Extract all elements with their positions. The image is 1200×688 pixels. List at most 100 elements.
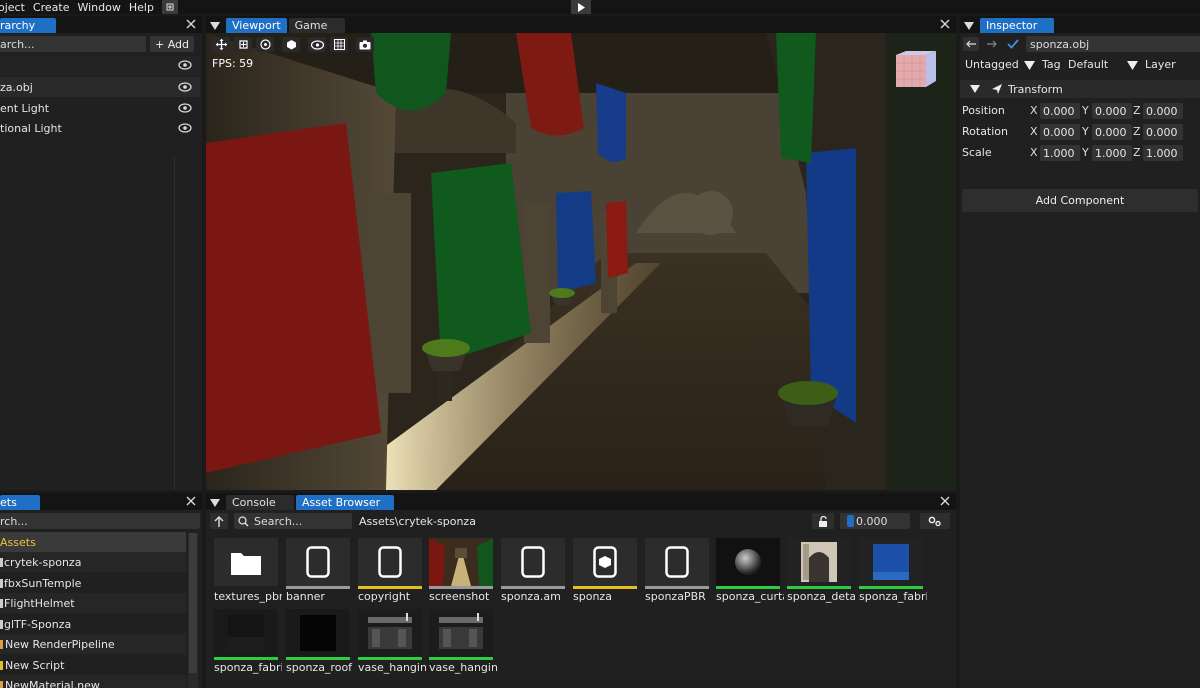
menu-project[interactable]: oject — [0, 1, 29, 14]
asset-item[interactable]: vase_hangin — [429, 609, 497, 674]
eye-icon[interactable] — [178, 59, 192, 74]
list-item[interactable]: tional Light — [0, 118, 200, 138]
tree-item[interactable]: FlightHelmet — [0, 593, 186, 613]
tag-value[interactable]: Untagged — [965, 58, 1019, 71]
asset-item[interactable]: sponzaPBR — [645, 538, 709, 603]
tree-item-assets[interactable]: Assets — [0, 532, 186, 552]
tree-item[interactable]: crytek-sponza — [0, 552, 186, 572]
tree-item[interactable]: fbxSunTemple — [0, 573, 186, 593]
rotation-z-field[interactable]: 0.000 — [1143, 124, 1183, 140]
thumbnail-size-slider[interactable]: 0.000 — [840, 513, 910, 529]
asset-item[interactable]: banner — [286, 538, 350, 603]
close-icon[interactable] — [938, 17, 952, 31]
panel-menu-icon[interactable] — [206, 495, 224, 510]
tab-asset-browser[interactable]: Asset Browser — [296, 495, 394, 510]
tab-inspector[interactable]: Inspector — [980, 18, 1054, 33]
asset-item[interactable]: sponza — [573, 538, 637, 603]
asset-thumbnail — [787, 538, 851, 586]
rotate-icon[interactable] — [234, 37, 252, 52]
object-name-field[interactable]: sponza.obj — [1026, 36, 1200, 52]
settings-icon[interactable] — [920, 513, 950, 529]
asset-label: textures_pbr — [214, 590, 282, 603]
breadcrumb[interactable]: Assets\crytek-sponza — [359, 515, 476, 528]
back-icon[interactable] — [963, 37, 979, 51]
texture-vase-icon — [368, 613, 412, 649]
up-arrow-icon[interactable] — [210, 513, 228, 529]
slider-knob[interactable] — [847, 515, 854, 527]
asset-item[interactable]: sponza.am — [501, 538, 565, 603]
asset-search-input[interactable]: Search... — [234, 513, 352, 529]
scale-icon[interactable] — [256, 37, 274, 52]
scrollbar[interactable] — [188, 533, 198, 688]
tab-assets[interactable]: ets — [0, 495, 40, 510]
transform-header[interactable]: Transform — [960, 80, 1200, 98]
position-x-field[interactable]: 0.000 — [1040, 103, 1080, 119]
asset-item[interactable]: sponza_fabri — [214, 609, 282, 674]
scale-z-field[interactable]: 1.000 — [1143, 145, 1183, 161]
asset-item[interactable]: sponza_fabri — [859, 538, 927, 603]
add-component-button[interactable]: Add Component — [962, 189, 1198, 212]
hierarchy-search-input[interactable]: arch... — [0, 36, 146, 52]
tab-console[interactable]: Console — [226, 495, 294, 510]
forward-icon[interactable] — [984, 37, 1000, 51]
asset-item[interactable]: sponza_deta — [787, 538, 855, 603]
cube-icon[interactable] — [282, 37, 300, 52]
move-icon[interactable] — [212, 37, 230, 52]
close-icon[interactable] — [938, 494, 952, 508]
chevron-down-icon[interactable] — [1127, 60, 1138, 73]
asset-item[interactable]: sponza_curta — [716, 538, 784, 603]
tab-game[interactable]: Game — [288, 18, 345, 33]
asset-item[interactable]: screenshot — [429, 538, 493, 603]
asset-label: sponza_fabri — [214, 661, 282, 674]
scene-render — [206, 33, 956, 490]
asset-item[interactable]: copyright — [358, 538, 422, 603]
grid-icon[interactable] — [330, 37, 348, 52]
position-y-field[interactable]: 0.000 — [1092, 103, 1132, 119]
panel-menu-icon[interactable] — [960, 18, 978, 33]
tree-item[interactable]: New Script — [0, 655, 186, 675]
list-item[interactable]: za.obj — [0, 77, 200, 97]
material-icon — [0, 680, 3, 688]
add-button[interactable]: + Add — [150, 36, 194, 52]
close-icon[interactable] — [184, 494, 198, 508]
file-icon — [665, 546, 689, 578]
view-gizmo-icon[interactable] — [894, 51, 938, 94]
panel-menu-icon[interactable] — [206, 18, 224, 33]
menu-help[interactable]: Help — [125, 1, 158, 14]
scale-x-field[interactable]: 1.000 — [1040, 145, 1080, 161]
tree-item[interactable]: New RenderPipeline — [0, 634, 186, 654]
chevron-down-icon[interactable] — [1024, 60, 1035, 73]
list-item[interactable]: ent Light — [0, 98, 200, 118]
play-button[interactable] — [571, 0, 591, 14]
scene-view[interactable]: FPS: 59 — [206, 33, 956, 490]
scale-y-field[interactable]: 1.000 — [1092, 145, 1132, 161]
tree-item[interactable]: NewMaterial.new — [0, 675, 186, 688]
layer-value[interactable]: Default — [1068, 58, 1108, 71]
tree-item[interactable]: glTF-Sponza — [0, 614, 186, 634]
position-z-field[interactable]: 0.000 — [1143, 103, 1183, 119]
menu-window[interactable]: Window — [73, 1, 124, 14]
asset-item[interactable]: sponza_roof — [286, 609, 352, 674]
rotation-y-field[interactable]: 0.000 — [1092, 124, 1132, 140]
refresh-icon[interactable] — [161, 0, 178, 14]
tab-viewport[interactable]: Viewport — [226, 18, 287, 33]
eye-icon[interactable] — [178, 122, 192, 137]
scrollbar[interactable] — [174, 156, 175, 490]
rotation-x-field[interactable]: 0.000 — [1040, 124, 1080, 140]
asset-item[interactable]: textures_pbr — [214, 538, 282, 603]
menu-create[interactable]: Create — [29, 1, 74, 14]
scene-root-row[interactable] — [0, 56, 200, 76]
tab-hierarchy[interactable]: rarchy — [0, 18, 56, 33]
eye-icon[interactable] — [178, 102, 192, 117]
scrollbar-thumb[interactable] — [189, 533, 197, 673]
tree-item-label: glTF-Sponza — [4, 617, 72, 631]
asset-item[interactable]: vase_hangin — [358, 609, 426, 674]
close-icon[interactable] — [184, 17, 198, 31]
active-checkbox[interactable] — [1005, 37, 1021, 51]
asset-type-bar — [573, 586, 637, 589]
eye-icon[interactable] — [178, 81, 192, 96]
lock-icon[interactable] — [812, 513, 834, 529]
camera-icon[interactable] — [356, 37, 374, 52]
assets-search-input[interactable]: rch... — [0, 513, 200, 529]
visibility-icon[interactable] — [308, 37, 326, 52]
